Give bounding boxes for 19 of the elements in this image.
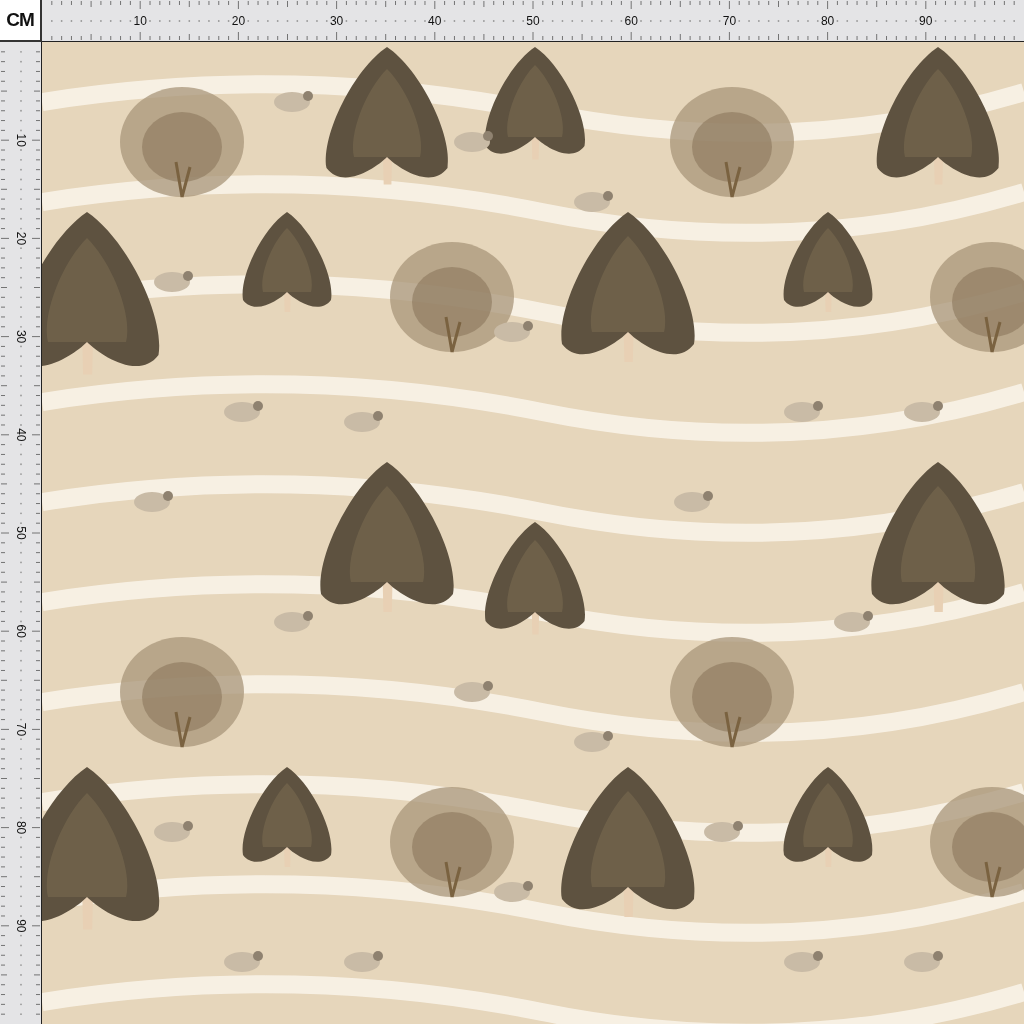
ruler-label: 80 (14, 820, 28, 835)
ruler-label: 30 (329, 14, 344, 28)
ruler-label: 20 (231, 14, 246, 28)
ruler-label: 30 (14, 329, 28, 344)
ruler-label: 80 (820, 14, 835, 28)
ruler-label: 70 (14, 722, 28, 737)
unit-label: CM (0, 0, 42, 42)
ruler-label: 60 (14, 624, 28, 638)
ruler-label: 20 (14, 231, 28, 246)
ruler-label: 50 (526, 14, 540, 28)
ruler-label: 40 (428, 14, 442, 28)
ruler-label: 10 (14, 133, 28, 147)
ruler-label: 90 (14, 919, 28, 933)
ruler-label: 50 (14, 526, 28, 540)
ruler-label: 60 (624, 14, 638, 28)
ruler-label: 90 (919, 14, 933, 28)
ruler-label: 10 (133, 14, 147, 28)
ruler-label: 70 (722, 14, 737, 28)
ruler-label: 40 (14, 428, 28, 442)
